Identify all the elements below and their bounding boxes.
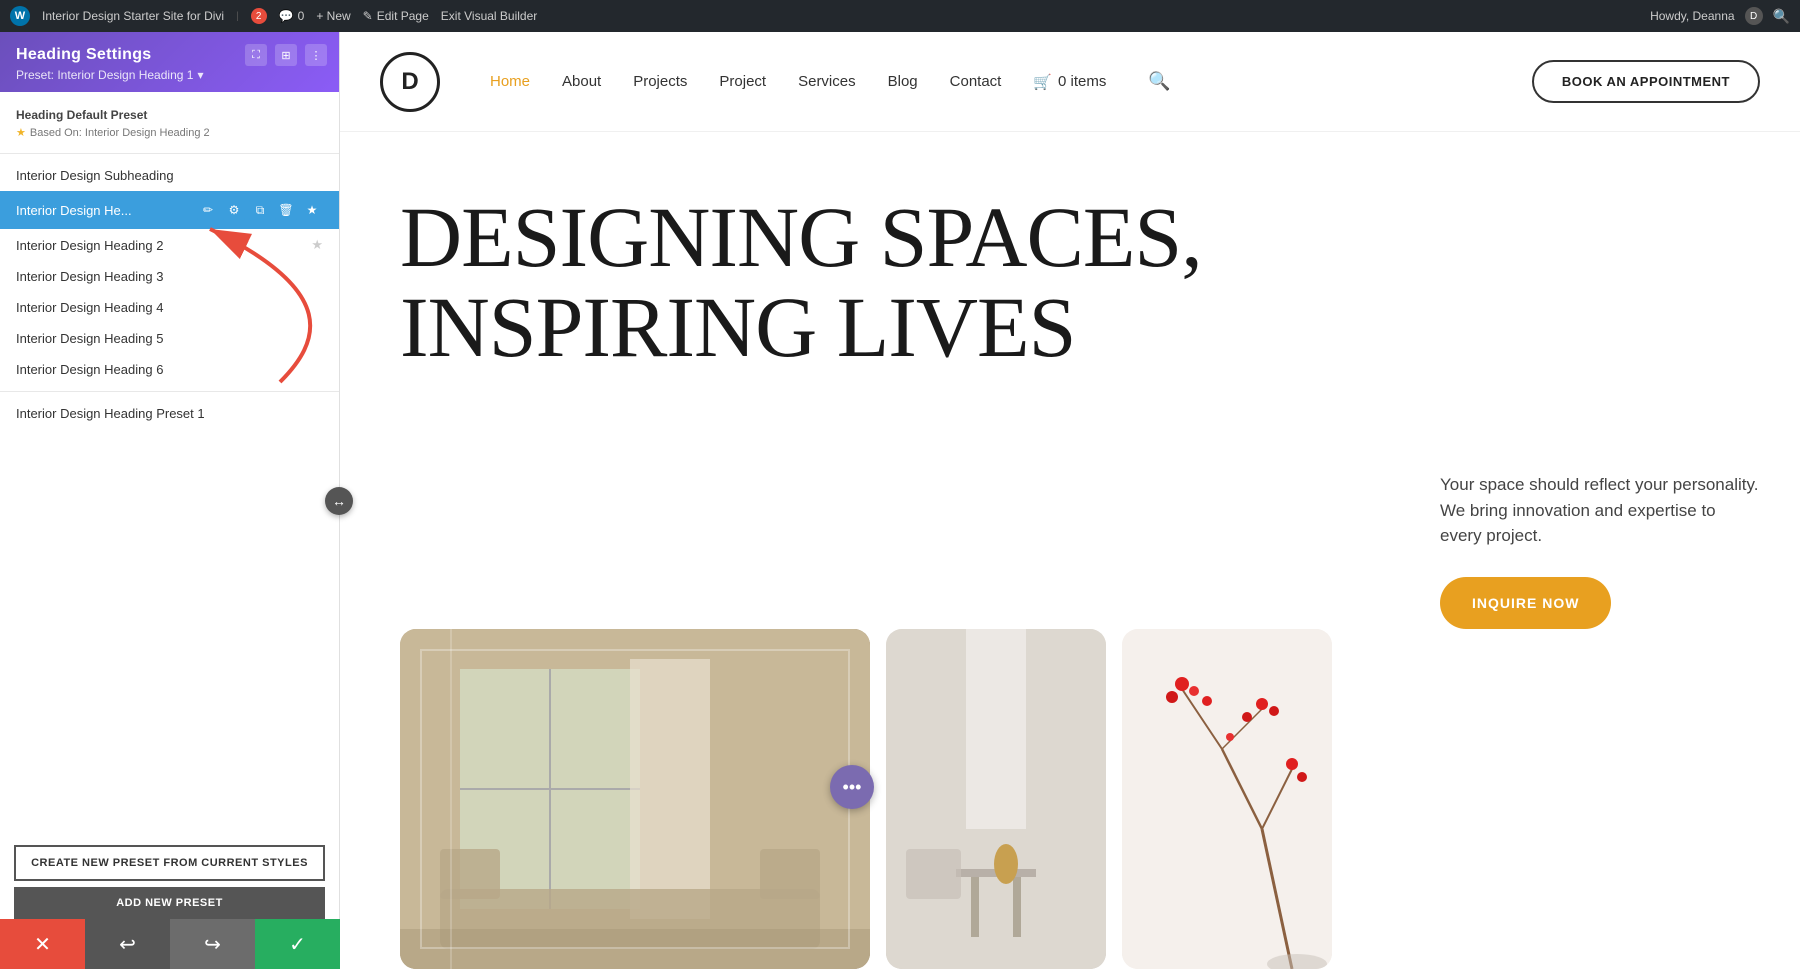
room-svg-3: [1122, 629, 1332, 969]
nav-search-icon[interactable]: 🔍: [1148, 71, 1170, 92]
preset-selector[interactable]: Preset: Interior Design Heading 1 ▾: [16, 68, 323, 82]
book-appointment-button[interactable]: BOOK AN APPOINTMENT: [1532, 60, 1760, 103]
star-icon: ★: [16, 126, 26, 139]
more-options-icon[interactable]: ⋮: [305, 44, 327, 66]
admin-edit-page[interactable]: ✎ Edit Page: [363, 9, 429, 23]
panel-header-actions: ⛶ ⊞ ⋮: [245, 44, 327, 66]
admin-search-icon[interactable]: 🔍: [1773, 8, 1790, 25]
main-layout: Heading Settings Preset: Interior Design…: [0, 32, 1800, 969]
save-button[interactable]: ✓: [255, 919, 340, 969]
hero-images-row: [400, 629, 1800, 969]
site-navigation: D Home About Projects Project Services: [340, 32, 1800, 132]
nav-home[interactable]: Home: [490, 73, 530, 90]
default-preset-label: Heading Default Preset: [0, 102, 339, 124]
nav-links: Home About Projects Project Services Blo…: [490, 71, 1532, 92]
hero-section: DESIGNING SPACES, INSPIRING LIVES Your s…: [340, 132, 1800, 969]
admin-comments[interactable]: 💬 0: [279, 9, 305, 23]
floating-action-button[interactable]: •••: [830, 765, 874, 809]
preset-star-h2: ★: [311, 237, 323, 253]
admin-bar: W Interior Design Starter Site for Divi …: [0, 0, 1800, 32]
wp-logo-icon[interactable]: W: [10, 6, 30, 26]
preset-item-heading4[interactable]: Interior Design Heading 4: [0, 292, 339, 323]
preset-item-heading5[interactable]: Interior Design Heading 5: [0, 323, 339, 354]
create-preset-button[interactable]: CREATE NEW PRESET FROM CURRENT STYLES: [14, 845, 325, 881]
redo-button[interactable]: ↪: [170, 919, 255, 969]
fullscreen-icon[interactable]: ⛶: [245, 44, 267, 66]
nav-services[interactable]: Services: [798, 73, 856, 90]
preset-item-subheading[interactable]: Interior Design Subheading: [0, 160, 339, 191]
nav-contact[interactable]: Contact: [950, 73, 1002, 90]
star-preset-icon[interactable]: ★: [301, 199, 323, 221]
site-logo[interactable]: D: [380, 52, 440, 112]
room-svg-1: [400, 629, 870, 969]
settings-preset-icon[interactable]: ⚙: [223, 199, 245, 221]
preset-item-heading1[interactable]: Interior Design He... ✏ ⚙ ⧉ 🗑 ★: [0, 191, 339, 229]
hero-image-3: [1122, 629, 1332, 969]
bottom-action-bar: ✕ ↩ ↪ ✓: [0, 919, 340, 969]
main-content: D Home About Projects Project Services: [340, 32, 1800, 969]
nav-projects[interactable]: Projects: [633, 73, 687, 90]
admin-bar-right: Howdy, Deanna D 🔍: [1650, 7, 1790, 25]
cancel-button[interactable]: ✕: [0, 919, 85, 969]
preset-actions: ✏ ⚙ ⧉ 🗑 ★: [197, 199, 323, 221]
sidebar-buttons: CREATE NEW PRESET FROM CURRENT STYLES AD…: [0, 835, 339, 929]
inquire-now-button[interactable]: INQUIRE NOW: [1440, 577, 1611, 629]
hero-heading: DESIGNING SPACES, INSPIRING LIVES: [400, 192, 1360, 373]
preset-item-heading3[interactable]: Interior Design Heading 3: [0, 261, 339, 292]
admin-updates[interactable]: 2: [251, 8, 267, 24]
admin-site-name[interactable]: Interior Design Starter Site for Divi: [42, 9, 224, 23]
admin-howdy: Howdy, Deanna: [1650, 9, 1735, 23]
preset-item-heading6[interactable]: Interior Design Heading 6: [0, 354, 339, 385]
edit-preset-icon[interactable]: ✏: [197, 199, 219, 221]
columns-icon[interactable]: ⊞: [275, 44, 297, 66]
admin-avatar[interactable]: D: [1745, 7, 1763, 25]
sidebar-header: Heading Settings Preset: Interior Design…: [0, 32, 339, 92]
heading-settings-panel: Heading Settings Preset: Interior Design…: [0, 32, 340, 969]
undo-button[interactable]: ↩: [85, 919, 170, 969]
nav-about[interactable]: About: [562, 73, 601, 90]
based-on-label: ★ Based On: Interior Design Heading 2: [0, 124, 339, 147]
divider2: [0, 391, 339, 392]
preset-item-preset1[interactable]: Interior Design Heading Preset 1: [0, 398, 339, 429]
copy-preset-icon[interactable]: ⧉: [249, 199, 271, 221]
preset-list: Heading Default Preset ★ Based On: Inter…: [0, 92, 339, 835]
hero-image-2: [886, 629, 1106, 969]
room-svg-2: [886, 629, 1106, 969]
divider: [0, 153, 339, 154]
nav-project[interactable]: Project: [719, 73, 766, 90]
resize-handle[interactable]: ↔: [325, 487, 353, 515]
hero-tagline: Your space should reflect your personali…: [1440, 472, 1760, 549]
hero-image-1: [400, 629, 870, 969]
delete-preset-icon[interactable]: 🗑: [275, 199, 297, 221]
nav-cart[interactable]: 🛒 0 items: [1033, 73, 1106, 91]
admin-exit-builder[interactable]: Exit Visual Builder: [441, 9, 538, 23]
preset-item-heading2[interactable]: Interior Design Heading 2 ★: [0, 229, 339, 261]
updates-badge: 2: [251, 8, 267, 24]
nav-blog[interactable]: Blog: [888, 73, 918, 90]
admin-new[interactable]: + New: [316, 9, 350, 23]
add-preset-button[interactable]: ADD NEW PRESET: [14, 887, 325, 919]
